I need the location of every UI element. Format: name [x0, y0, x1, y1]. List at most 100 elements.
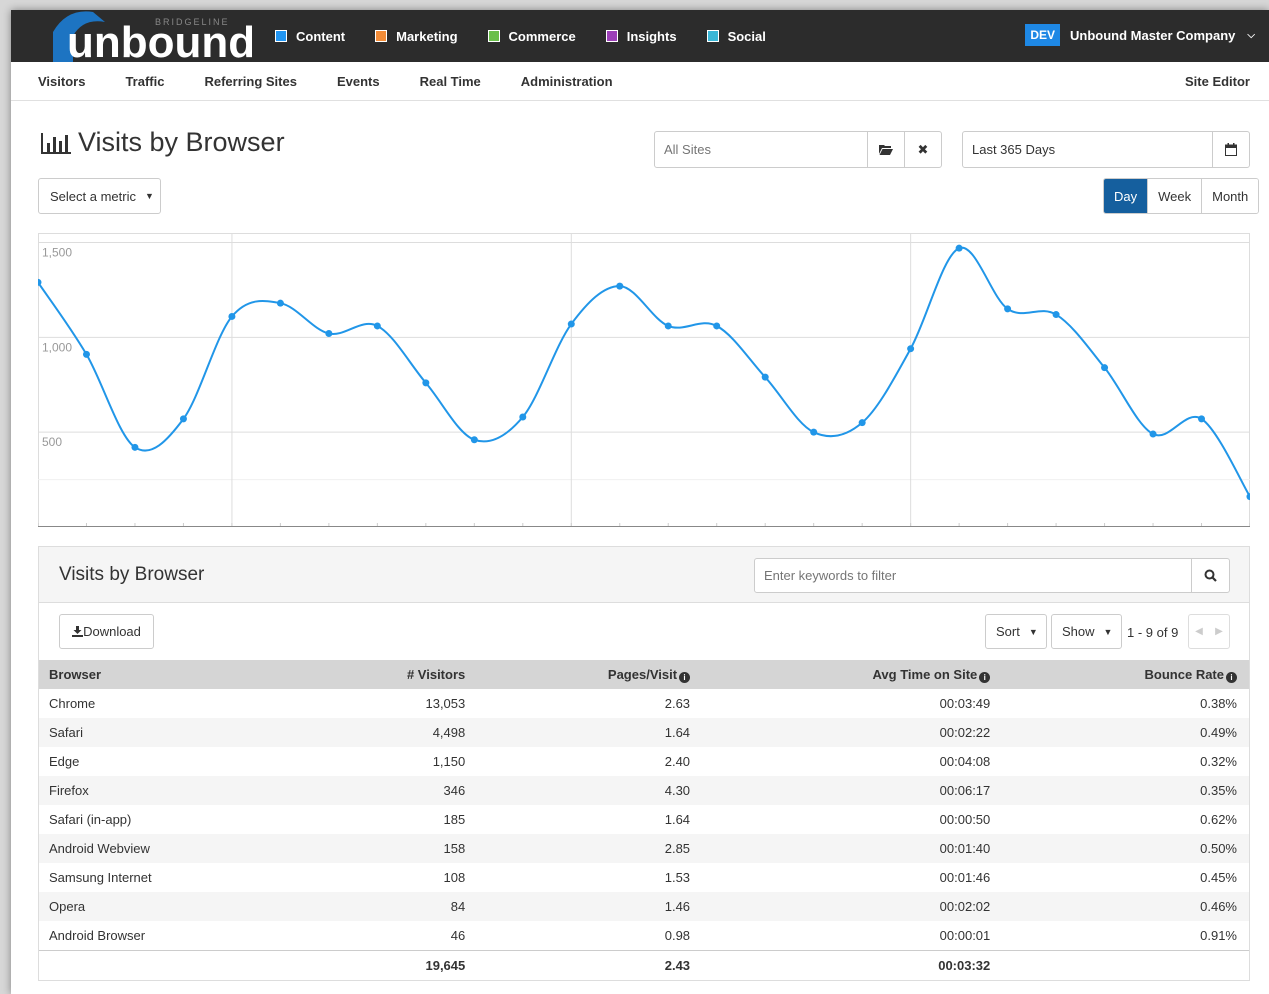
data-point[interactable] [713, 322, 721, 330]
module-insights[interactable]: Insights [605, 28, 677, 44]
date-range-input[interactable] [963, 132, 1212, 167]
data-point[interactable] [82, 350, 90, 358]
data-point[interactable] [373, 322, 381, 330]
info-icon[interactable]: i [979, 671, 991, 683]
calendar-icon[interactable] [1212, 132, 1249, 167]
env-badge: DEV [1025, 24, 1060, 46]
data-point[interactable] [858, 419, 866, 427]
table-row[interactable]: Safari 4,498 1.64 00:02:22 0.49% [39, 718, 1249, 747]
period-day[interactable]: Day [1104, 179, 1148, 213]
column-header[interactable]: Bounce Rate i [1002, 660, 1249, 689]
table-cell: 0.50% [1200, 841, 1237, 856]
column-header[interactable]: Browser [39, 660, 303, 689]
data-point[interactable] [1149, 430, 1157, 438]
sort-button[interactable]: Sort ▼ [985, 614, 1047, 649]
module-social[interactable]: Social [706, 28, 766, 44]
module-commerce[interactable]: Commerce [487, 29, 576, 44]
site-editor-link[interactable]: Site Editor [1185, 74, 1250, 89]
module-content[interactable]: Content [275, 29, 345, 44]
table-row[interactable]: Android Webview 158 2.85 00:01:40 0.50% [39, 834, 1249, 863]
search-icon[interactable] [1191, 559, 1229, 592]
show-label: Show [1062, 624, 1095, 639]
table-cell: 0.91% [1200, 927, 1237, 943]
module-label: Social [727, 28, 766, 44]
table-cell: 0.49% [1200, 725, 1237, 740]
metric-select[interactable]: Select a metric ▼ [38, 178, 161, 214]
period-month[interactable]: Month [1201, 179, 1259, 213]
column-header-label: # Visitors [406, 667, 466, 682]
unbound-logo[interactable]: BRIDGELINE unbound [37, 10, 255, 67]
data-point[interactable] [810, 428, 818, 436]
table-row[interactable]: Android Browser 46 0.98 00:00:01 0.91% [39, 921, 1249, 950]
table-cell: 1.46 [664, 899, 691, 914]
column-header-label: Browser [49, 667, 102, 682]
folder-open-icon[interactable] [867, 132, 904, 167]
data-point[interactable] [1101, 364, 1109, 372]
table-cell: 346 [443, 783, 466, 798]
pager-buttons: ◀ ▶ [1188, 614, 1230, 649]
date-range-picker [962, 131, 1250, 168]
browser-table: Browser # Visitors Pages/Visit i Avg Time on… [39, 660, 1249, 980]
module-color-icon [375, 30, 388, 42]
table-row[interactable]: Firefox 346 4.30 00:06:17 0.35% [39, 776, 1249, 805]
panel-title: Visits by Browser [59, 564, 205, 585]
data-point[interactable] [131, 443, 139, 451]
data-point[interactable] [761, 373, 769, 381]
column-header[interactable]: Avg Time on Site i [702, 660, 1002, 689]
column-header-label: Bounce Rate [1144, 666, 1224, 682]
nav-item-traffic[interactable]: Traffic [125, 74, 164, 89]
data-point[interactable] [276, 299, 284, 307]
keyword-filter-input[interactable] [755, 559, 1191, 592]
nav-item-visitors[interactable]: Visitors [38, 74, 85, 89]
table-row[interactable]: Safari (in-app) 185 1.64 00:00:50 0.62% [39, 805, 1249, 834]
table-cell: 00:02:02 [939, 899, 991, 914]
column-header[interactable]: Pages/Visit i [477, 660, 702, 689]
sites-input[interactable] [655, 132, 867, 167]
table-cell: 00:02:22 [939, 725, 991, 740]
info-icon[interactable]: i [679, 671, 691, 683]
next-page-icon[interactable]: ▶ [1209, 615, 1229, 648]
data-point[interactable] [325, 330, 333, 338]
module-color-icon [706, 30, 719, 42]
data-point[interactable] [179, 415, 187, 423]
nav-item-real-time[interactable]: Real Time [420, 74, 481, 89]
table-row[interactable]: Chrome 13,053 2.63 00:03:49 0.38% [39, 689, 1249, 718]
column-header-label: Pages/Visit [607, 666, 678, 682]
table-cell: 2.40 [664, 754, 691, 769]
prev-page-icon[interactable]: ◀ [1189, 615, 1209, 648]
caret-down-icon: ▼ [144, 191, 154, 201]
nav-item-referring-sites[interactable]: Referring Sites [204, 74, 296, 89]
data-point[interactable] [228, 312, 236, 320]
download-button[interactable]: Download [59, 614, 154, 649]
totals-cell: 00:03:32 [702, 949, 1003, 980]
data-point[interactable] [616, 282, 624, 290]
column-header[interactable]: # Visitors [303, 660, 477, 689]
table-cell: 1.64 [664, 725, 691, 740]
data-point[interactable] [470, 436, 478, 444]
show-button[interactable]: Show ▼ [1051, 614, 1122, 649]
data-point[interactable] [664, 322, 672, 330]
data-point[interactable] [1198, 415, 1206, 423]
clear-icon[interactable]: ✖ [904, 132, 941, 167]
module-label: Insights [626, 28, 677, 44]
data-point[interactable] [1004, 305, 1012, 313]
data-point[interactable] [955, 244, 963, 252]
table-toolbar: Download Sort ▼ Show ▼ 1 - 9 of 9 ◀ ▶ [39, 603, 1249, 660]
caret-down-icon: ▼ [1028, 626, 1038, 637]
data-point[interactable] [907, 345, 915, 353]
data-point[interactable] [1052, 311, 1060, 319]
period-week[interactable]: Week [1147, 179, 1202, 213]
info-icon[interactable]: i [1226, 671, 1237, 683]
data-point[interactable] [422, 379, 430, 387]
module-marketing[interactable]: Marketing [375, 29, 458, 44]
table-row[interactable]: Edge 1,150 2.40 00:04:08 0.32% [39, 747, 1249, 776]
data-point[interactable] [567, 320, 575, 328]
table-row[interactable]: Samsung Internet 108 1.53 00:01:46 0.45% [39, 863, 1249, 892]
company-switcher[interactable]: DEV Unbound Master Company ⌵ [1025, 24, 1255, 46]
table-cell: 00:03:49 [939, 696, 991, 711]
data-point[interactable] [519, 413, 527, 421]
y-tick-label: 1,500 [42, 245, 72, 259]
nav-item-administration[interactable]: Administration [521, 74, 613, 89]
nav-item-events[interactable]: Events [337, 74, 380, 89]
table-row[interactable]: Opera 84 1.46 00:02:02 0.46% [39, 892, 1249, 921]
